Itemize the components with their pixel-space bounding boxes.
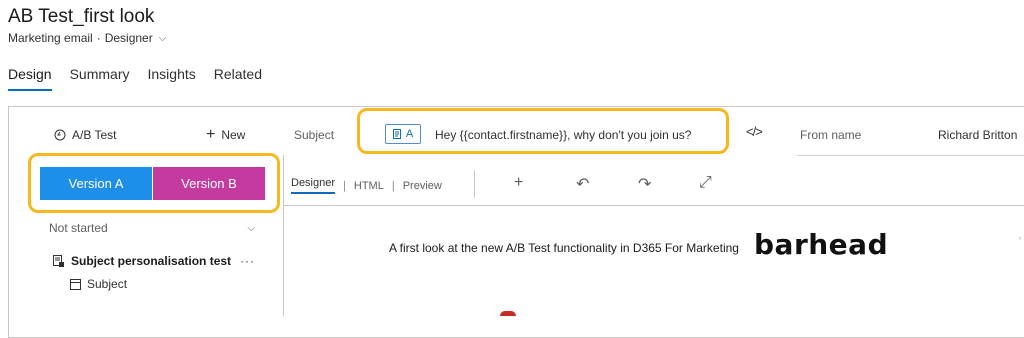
subtitle-separator: ·	[96, 31, 101, 45]
new-button[interactable]: + New	[206, 126, 246, 143]
add-icon[interactable]: +	[514, 174, 523, 192]
image-fragment	[500, 311, 516, 316]
from-name-underline	[797, 155, 1024, 156]
toolbar-separator	[474, 170, 475, 198]
email-heading: A first look at the new A/B Test functio…	[389, 241, 739, 255]
test-status: Not started	[49, 221, 108, 235]
tab-preview[interactable]: Preview	[403, 180, 442, 192]
tab-design[interactable]: Design	[8, 66, 52, 91]
test-element-label: Subject	[87, 277, 128, 291]
test-status-dropdown[interactable]: Not started ⌵	[49, 221, 255, 235]
document-icon	[392, 128, 401, 139]
page-title: AB Test_first look	[8, 6, 155, 27]
expand-icon[interactable]: ⤢	[699, 174, 712, 192]
subject-input[interactable]: Hey {{contact.firstname}}, why don't you…	[435, 128, 691, 142]
editor-toolbar-divider	[283, 205, 1024, 206]
tab-summary[interactable]: Summary	[70, 66, 130, 91]
record-tabs: Design Summary Insights Related	[8, 66, 262, 91]
ab-document-icon	[53, 254, 64, 267]
tab-insights[interactable]: Insights	[148, 66, 196, 91]
subject-label: Subject	[294, 128, 335, 142]
tab-separator: |	[343, 179, 346, 192]
chevron-down-icon: ⌵	[247, 222, 255, 234]
form-selector[interactable]: Designer ⌵	[105, 31, 167, 45]
ab-test-label: A/B Test	[72, 128, 117, 142]
test-element-item[interactable]: Subject	[70, 277, 127, 291]
scroll-indicator-icon: ‘	[1019, 236, 1022, 247]
plus-icon: +	[206, 126, 216, 143]
record-subtitle: Marketing email · Designer ⌵	[8, 31, 166, 45]
entity-name: Marketing email	[8, 31, 93, 45]
version-a-button[interactable]: Version A	[40, 167, 152, 200]
brand-logo: barhead	[754, 228, 889, 261]
tab-html[interactable]: HTML	[354, 180, 384, 192]
new-label: New	[221, 128, 246, 142]
editor-view-tabs: Designer | HTML | Preview	[291, 177, 442, 194]
form-name: Designer	[104, 31, 153, 45]
version-b-button[interactable]: Version B	[153, 167, 265, 200]
ab-chip-label: A	[405, 128, 414, 140]
tab-separator: |	[391, 179, 395, 192]
ab-test-button[interactable]: A/B Test	[54, 128, 116, 142]
tab-designer[interactable]: Designer	[291, 177, 336, 194]
ab-variant-chip[interactable]: A	[385, 124, 421, 144]
test-name: Subject personalisation test	[71, 254, 232, 268]
tab-related[interactable]: Related	[214, 66, 262, 91]
more-options-icon[interactable]: ···	[240, 254, 255, 268]
from-name-label: From name	[800, 128, 862, 142]
code-icon[interactable]: </>	[746, 124, 763, 139]
panel-divider	[283, 155, 284, 316]
chevron-down-icon: ⌵	[158, 32, 167, 44]
from-name-field[interactable]: Richard Britton	[938, 128, 1017, 142]
window-icon	[70, 278, 81, 290]
redo-icon[interactable]: ↷	[638, 174, 651, 194]
test-item[interactable]: Subject personalisation test ···	[53, 254, 255, 268]
undo-icon[interactable]: ↶	[576, 174, 589, 194]
history-icon	[54, 129, 66, 141]
